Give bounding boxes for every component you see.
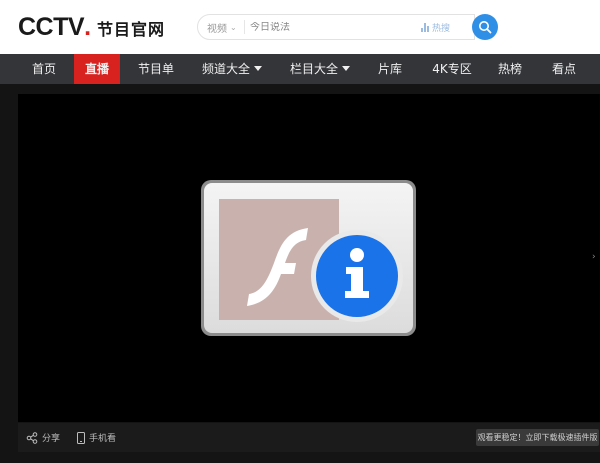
main-nav: 首页 直播 节目单 频道大全 栏目大全 片库 4K专区 热榜 看点 [0, 54, 600, 84]
nav-label: 看点 [551, 62, 576, 76]
search-input[interactable] [245, 21, 415, 33]
logo-mark: CCTV [18, 13, 85, 41]
share-label: 分享 [42, 434, 61, 444]
nav-label: 4K专区 [432, 62, 472, 76]
search-type-select[interactable]: 视频 ⌄ [198, 20, 244, 35]
nav-item-live[interactable]: 直播 [74, 54, 120, 84]
nav-label: 栏目大全 [289, 62, 338, 76]
nav-item-columns[interactable]: 栏目大全 [284, 54, 356, 84]
nav-label: 直播 [84, 62, 109, 76]
nav-label: 热榜 [497, 62, 522, 76]
nav-item-4k[interactable]: 4K专区 [424, 54, 480, 84]
cctv-logo[interactable]: CCTV . 节目官网 [18, 13, 165, 41]
hot-search-label: 热搜 [432, 23, 451, 34]
nav-item-channels[interactable]: 频道大全 [196, 54, 268, 84]
logo-text: 节目官网 [97, 20, 166, 39]
phone-icon [77, 431, 85, 444]
hot-search-link[interactable]: 热搜 [421, 21, 450, 34]
nav-label: 片库 [377, 62, 402, 76]
nav-label: 节目单 [137, 62, 174, 76]
share-button[interactable]: 分享 [26, 423, 60, 452]
caret-down-icon [342, 66, 350, 71]
nav-label: 首页 [31, 62, 56, 76]
search-button[interactable] [472, 14, 498, 40]
flash-plugin-info-icon[interactable] [200, 179, 417, 337]
nav-item-home[interactable]: 首页 [20, 54, 68, 84]
search-box: 视频 ⌄ 热搜 [197, 14, 475, 40]
nav-item-highlights[interactable]: 看点 [544, 54, 584, 84]
nav-item-library[interactable]: 片库 [370, 54, 410, 84]
hot-bars-icon [421, 22, 429, 32]
nav-item-schedule[interactable]: 节目单 [130, 54, 182, 84]
caret-down-icon [254, 66, 262, 71]
nav-label: 频道大全 [201, 62, 250, 76]
search-icon [479, 21, 492, 34]
site-header: CCTV . 节目官网 视频 ⌄ 热搜 [0, 0, 600, 54]
plugin-download-tip[interactable]: 观看更稳定！立即下载极速插件版 [476, 429, 599, 446]
share-icon [26, 431, 38, 444]
nav-item-trending[interactable]: 热榜 [492, 54, 528, 84]
mobile-watch-button[interactable]: 手机看 [76, 423, 116, 452]
chevron-right-icon[interactable]: › [592, 252, 596, 262]
search-type-label: 视频 [207, 23, 227, 35]
chevron-down-icon: ⌄ [230, 22, 237, 32]
logo-dot: . [84, 13, 92, 41]
mobile-label: 手机看 [89, 434, 117, 444]
